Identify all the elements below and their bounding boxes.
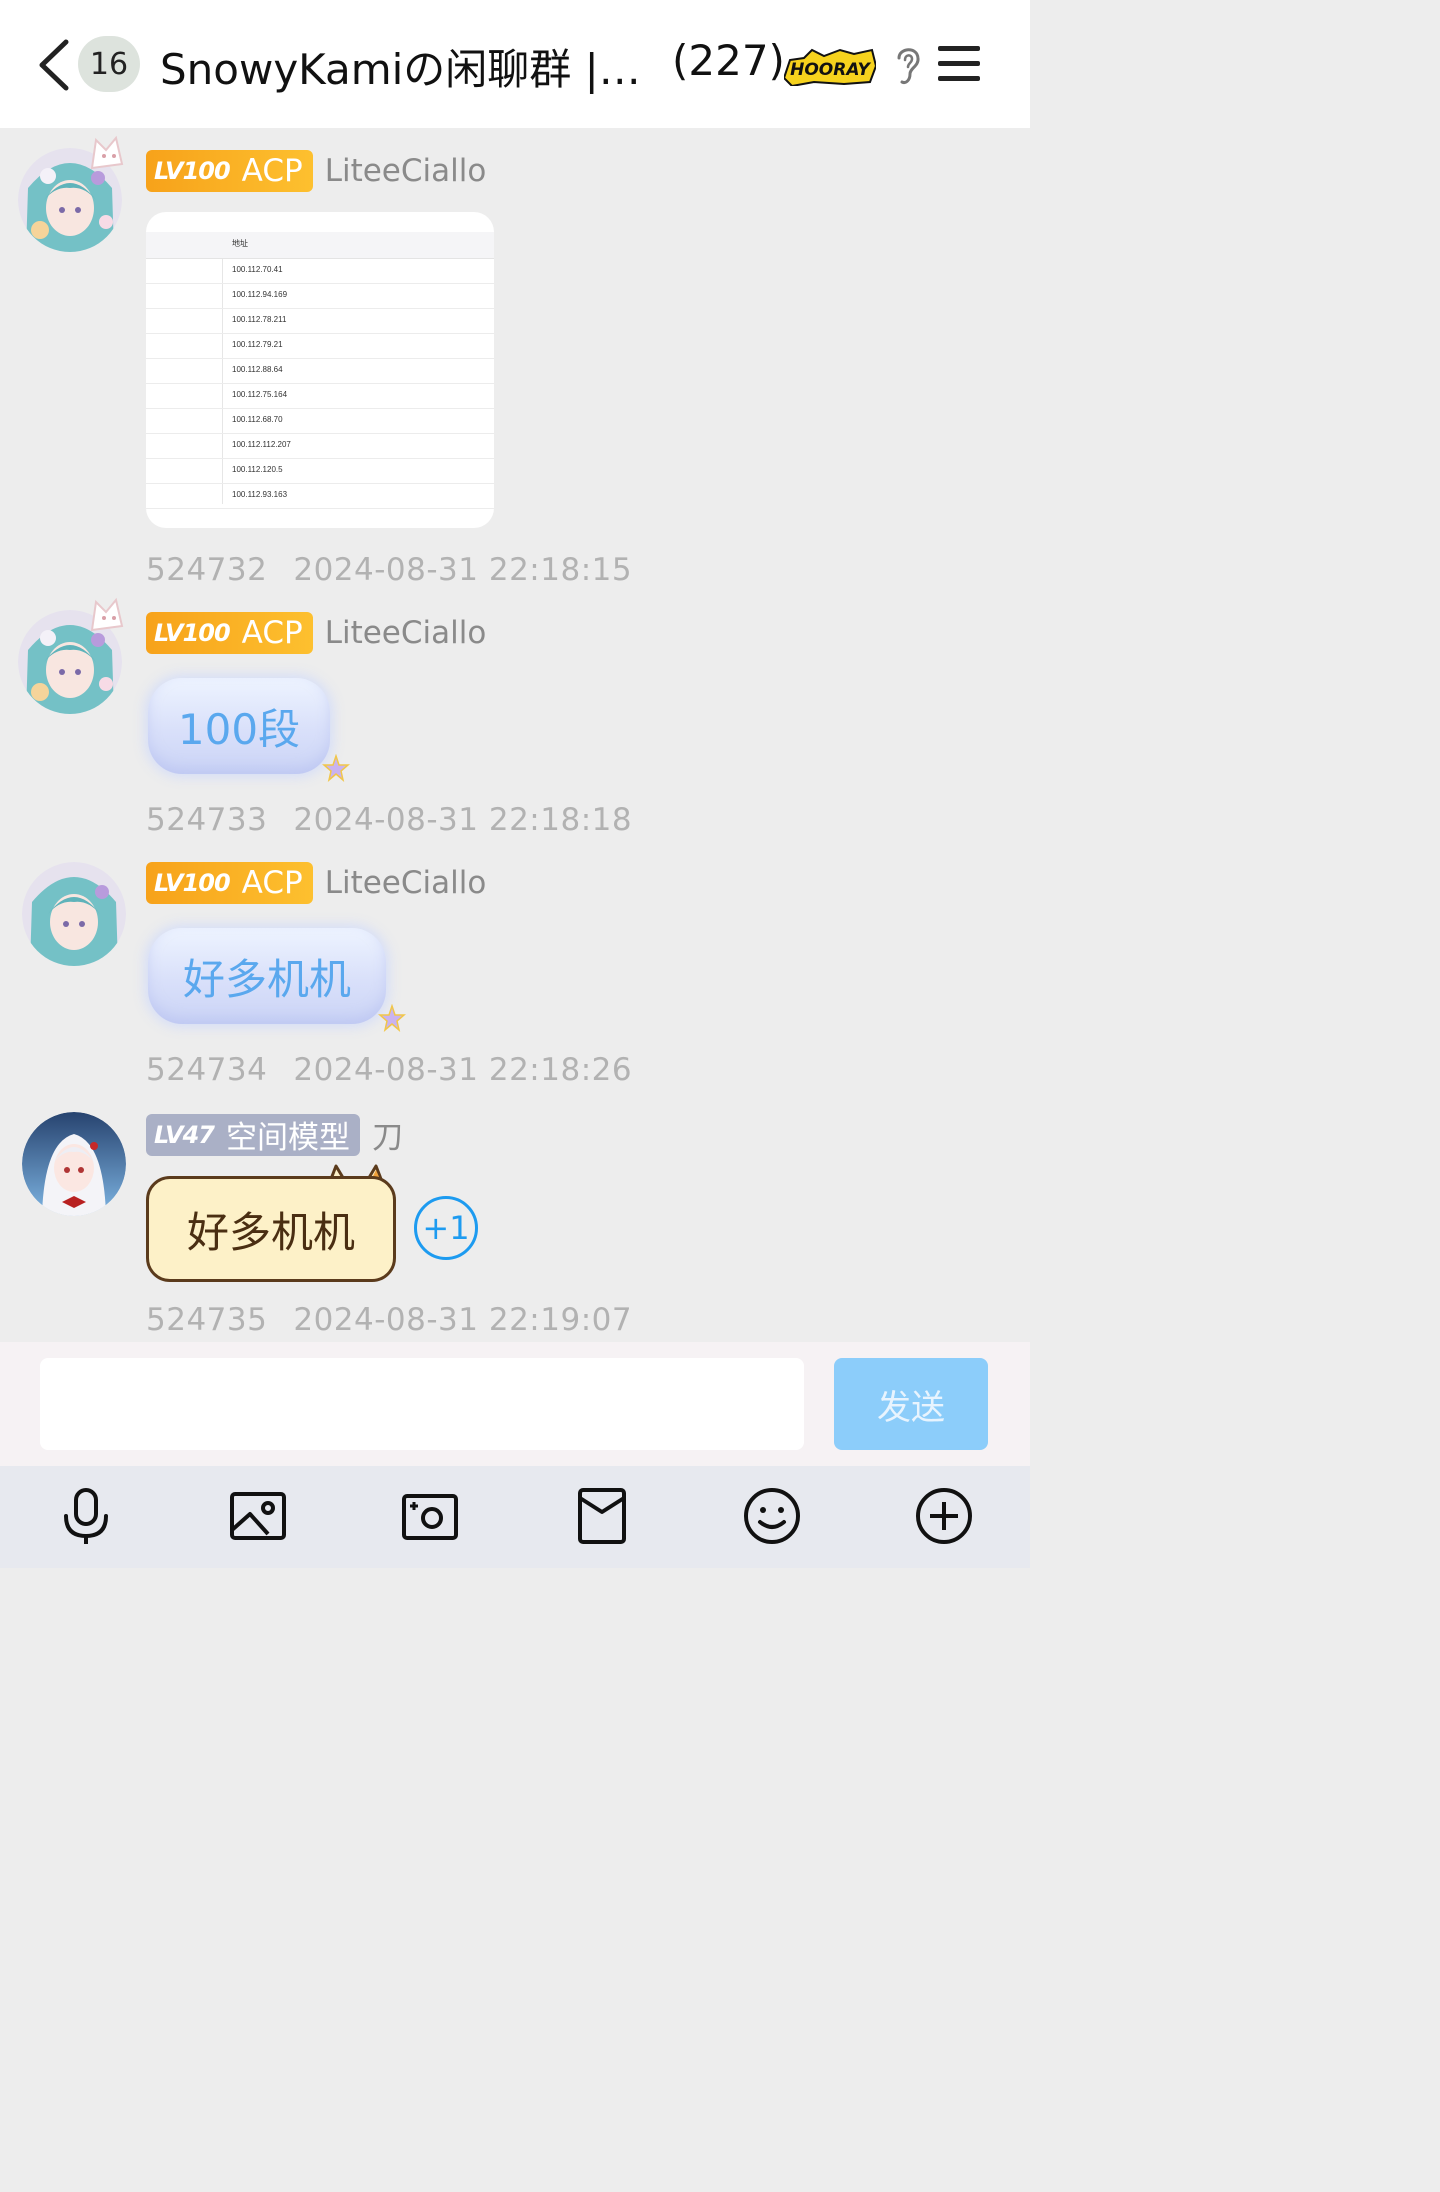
hooray-sticker-icon: HOORAY <box>784 48 876 86</box>
chat-header: 16 SnowyKamiの闲聊群 |… (227) HOORAY <box>0 0 1030 128</box>
table-header-label: 地址 <box>232 239 248 248</box>
input-area: 发送 <box>0 1342 1030 1466</box>
table-row: 100.112.79.21 <box>146 334 494 359</box>
message-meta: 524734 2024-08-31 22:18:26 <box>146 1052 632 1088</box>
star-decoration-icon <box>322 754 350 782</box>
avatar-liteeciallo[interactable] <box>22 862 126 966</box>
svg-text:HOORAY: HOORAY <box>790 60 871 80</box>
sender-line: LV100 ACP LiteeCiallo <box>146 862 486 904</box>
member-count: (227) <box>672 36 785 85</box>
sender-line: LV47 空间模型 刀 <box>146 1112 403 1157</box>
level-badge: LV100 ACP <box>146 612 313 654</box>
table-row: 100.112.75.164 <box>146 384 494 409</box>
star-decoration-icon <box>378 1004 406 1032</box>
level-badge: LV100 ACP <box>146 150 313 192</box>
send-button[interactable]: 发送 <box>834 1358 988 1450</box>
ip-address-cell: 100.112.112.207 <box>232 440 291 449</box>
level-label: LV47 <box>154 1120 215 1149</box>
table-row: 100.112.112.207 <box>146 434 494 459</box>
level-label: LV100 <box>154 869 231 897</box>
table-row: 100.112.78.211 <box>146 309 494 334</box>
ip-address-cell: 100.112.120.5 <box>232 465 283 474</box>
emoji-icon[interactable] <box>742 1486 802 1546</box>
level-label: LV100 <box>154 157 231 185</box>
avatar-dao[interactable] <box>22 1112 126 1216</box>
cat-text-bubble[interactable]: 好多机机 <box>146 1176 396 1282</box>
text-bubble[interactable]: 好多机机 <box>148 928 386 1024</box>
level-label: LV100 <box>154 619 231 647</box>
table-row: 100.112.94.169 <box>146 284 494 309</box>
microphone-icon[interactable] <box>56 1486 116 1546</box>
red-packet-icon[interactable] <box>572 1486 632 1546</box>
message-meta: 524735 2024-08-31 22:19:07 <box>146 1302 632 1338</box>
message-meta: 524732 2024-08-31 22:18:15 <box>146 552 632 588</box>
message-meta: 524733 2024-08-31 22:18:18 <box>146 802 632 838</box>
title-badge-label: ACP <box>241 615 303 651</box>
ip-address-cell: 100.112.94.169 <box>232 290 288 299</box>
back-arrow-icon[interactable] <box>34 38 74 92</box>
sender-line: LV100 ACP LiteeCiallo <box>146 150 486 192</box>
table-header: 地址 <box>146 232 494 259</box>
table-row: 100.112.93.163 <box>146 484 494 509</box>
cat-ear-decoration-icon <box>90 597 124 632</box>
title-badge-label: 空间模型 <box>225 1120 350 1156</box>
ear-icon[interactable] <box>893 44 923 86</box>
plus-icon[interactable] <box>914 1486 974 1546</box>
message-id: 524735 <box>146 1302 268 1338</box>
message-time: 2024-08-31 22:18:15 <box>293 552 633 588</box>
unread-count-badge[interactable]: 16 <box>78 36 140 92</box>
message-id: 524732 <box>146 552 268 588</box>
table-row: 100.112.120.5 <box>146 459 494 484</box>
ip-address-cell: 100.112.68.70 <box>232 415 283 424</box>
group-title[interactable]: SnowyKamiの闲聊群 |… <box>160 36 641 97</box>
title-badge-label: ACP <box>241 865 303 901</box>
ip-address-cell: 100.112.70.41 <box>232 265 283 274</box>
sender-nickname[interactable]: LiteeCiallo <box>325 865 487 901</box>
message-time: 2024-08-31 22:19:07 <box>293 1302 633 1338</box>
ip-address-cell: 100.112.93.163 <box>232 490 288 499</box>
plus-one-button[interactable]: +1 <box>414 1196 478 1260</box>
sender-nickname[interactable]: LiteeCiallo <box>325 615 487 651</box>
bottom-toolbar <box>0 1466 1030 1568</box>
level-badge: LV47 空间模型 <box>146 1113 360 1156</box>
camera-icon[interactable] <box>400 1486 460 1546</box>
level-badge: LV100 ACP <box>146 862 313 904</box>
table-row: 100.112.88.64 <box>146 359 494 384</box>
ip-address-cell: 100.112.75.164 <box>232 390 288 399</box>
menu-icon[interactable] <box>936 44 982 84</box>
sender-nickname[interactable]: LiteeCiallo <box>325 153 487 189</box>
cat-ear-decoration-icon <box>90 135 124 170</box>
message-time: 2024-08-31 22:18:18 <box>293 802 633 838</box>
ip-address-cell: 100.112.88.64 <box>232 365 283 374</box>
message-id: 524733 <box>146 802 268 838</box>
text-bubble[interactable]: 100段 <box>148 678 330 774</box>
sender-nickname[interactable]: 刀 <box>372 1112 403 1157</box>
image-icon[interactable] <box>228 1486 288 1546</box>
message-input[interactable] <box>40 1358 804 1450</box>
table-row: 100.112.68.70 <box>146 409 494 434</box>
ip-address-table: 地址 100.112.70.41 100.112.94.169 100.112.78… <box>146 232 494 509</box>
title-badge-label: ACP <box>241 153 303 189</box>
ip-address-cell: 100.112.79.21 <box>232 340 283 349</box>
message-id: 524734 <box>146 1052 268 1088</box>
message-time: 2024-08-31 22:18:26 <box>293 1052 633 1088</box>
ip-address-cell: 100.112.78.211 <box>232 315 287 324</box>
image-message[interactable]: 地址 100.112.70.41 100.112.94.169 100.112.78… <box>146 212 494 528</box>
sender-line: LV100 ACP LiteeCiallo <box>146 612 486 654</box>
table-row: 100.112.70.41 <box>146 259 494 284</box>
